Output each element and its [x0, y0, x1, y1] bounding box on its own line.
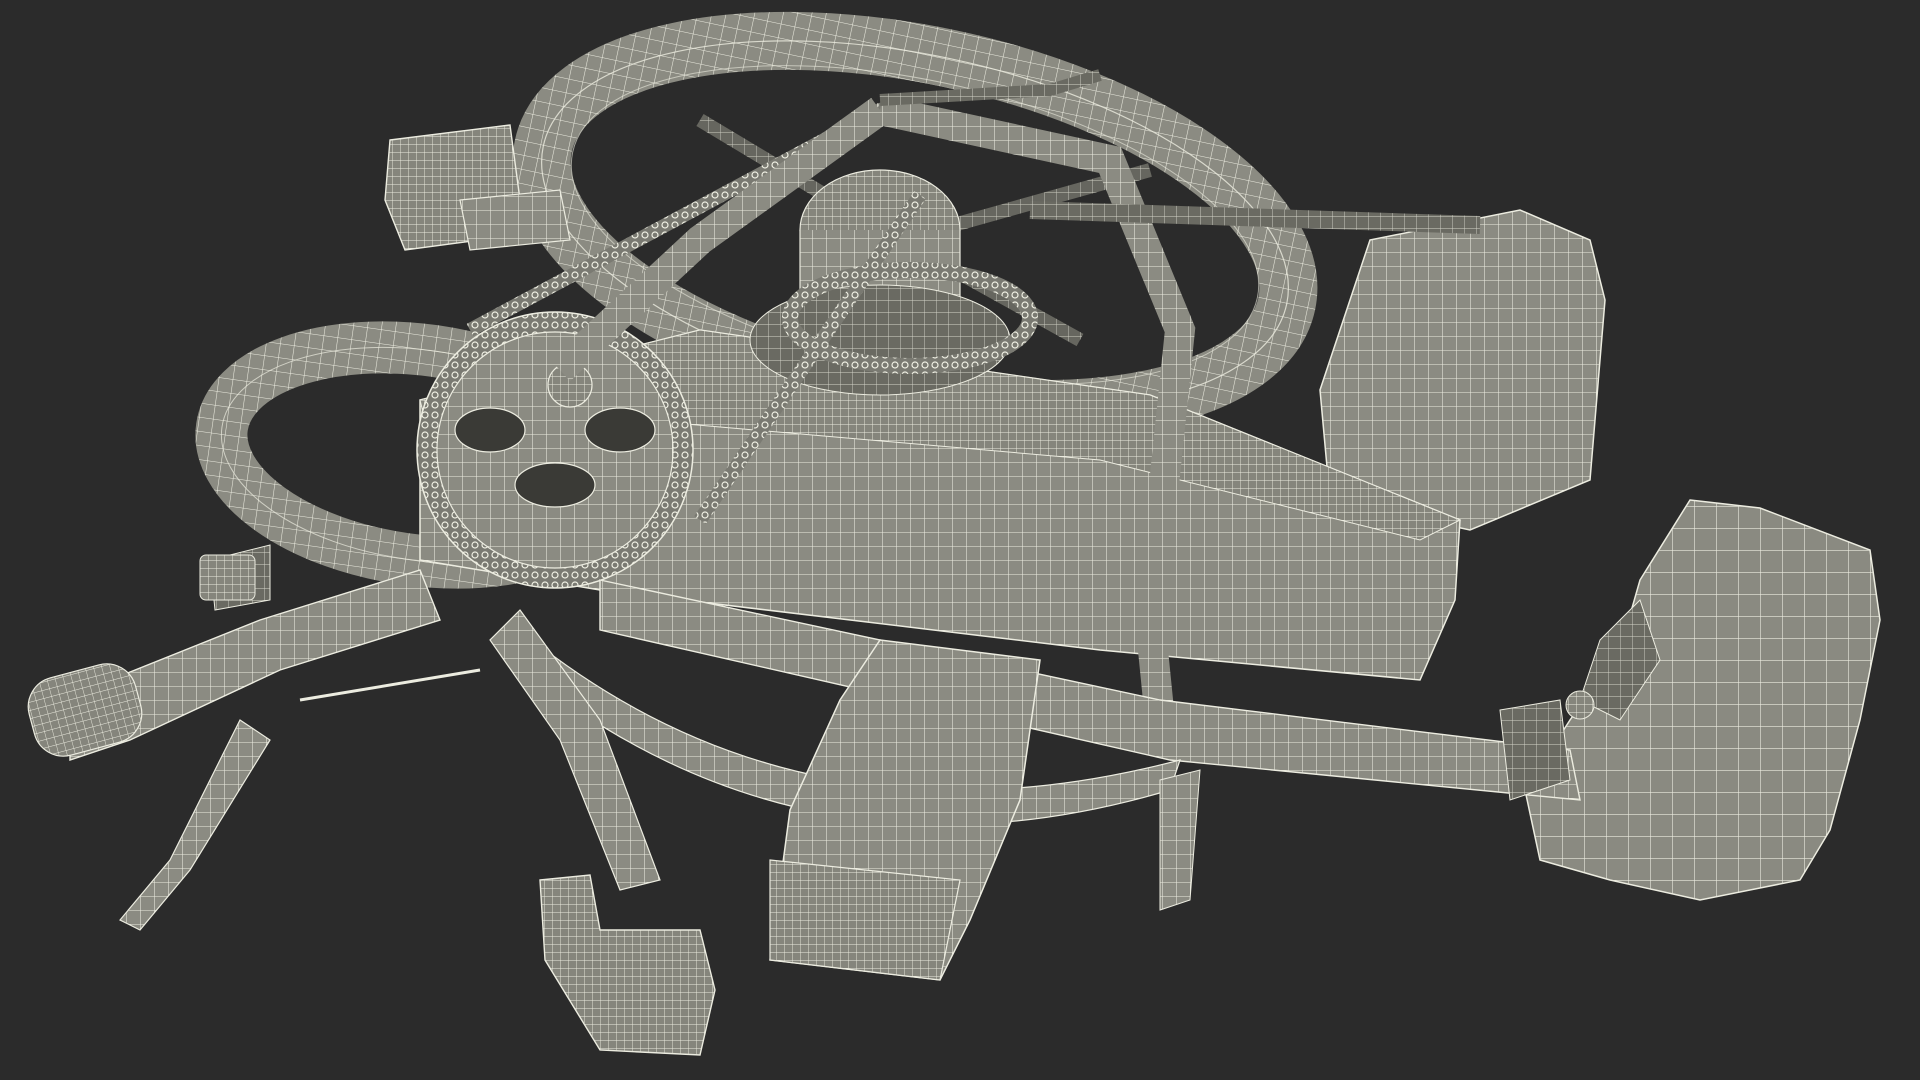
wireframe-render	[0, 0, 1920, 1080]
chainring	[416, 311, 694, 589]
render-viewport	[0, 0, 1920, 1080]
bell	[199, 554, 256, 601]
